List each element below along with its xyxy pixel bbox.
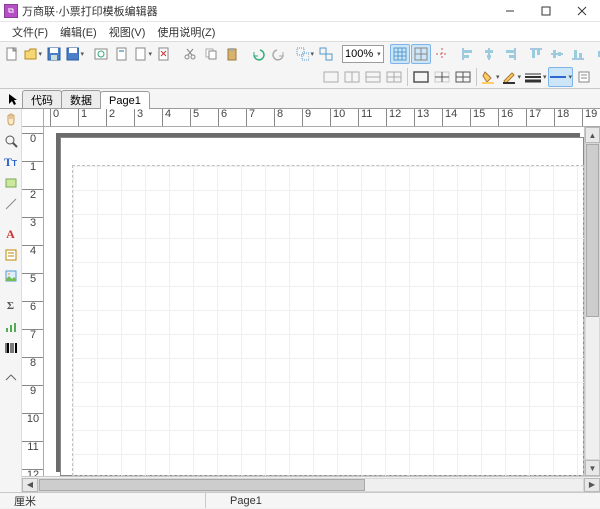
frame-cols-icon[interactable] [342, 67, 362, 87]
scroll-thumb-v[interactable] [586, 144, 599, 317]
preview-button[interactable] [91, 44, 111, 64]
ungroup-button[interactable] [316, 44, 336, 64]
page-setup-button[interactable] [112, 44, 132, 64]
canvas[interactable] [44, 127, 584, 476]
text-tool[interactable]: TT [2, 153, 20, 171]
window-title: 万商联·小票打印模板编辑器 [22, 3, 492, 19]
pointer-tool[interactable] [4, 90, 22, 108]
ruler-horizontal[interactable]: 012345678910111213141516171819 [44, 109, 600, 127]
save-button[interactable] [44, 44, 64, 64]
barcode-tool[interactable] [2, 339, 20, 357]
align-left-button[interactable] [458, 44, 478, 64]
page-dropdown[interactable]: ▾ [133, 44, 153, 64]
zoom-combo[interactable]: 100%▾ [342, 45, 384, 63]
line-color-button[interactable]: ▾ [501, 67, 522, 87]
scrollbar-vertical[interactable]: ▲ ▼ [584, 127, 600, 476]
group-button[interactable]: ▾ [295, 44, 315, 64]
cut-button[interactable] [180, 44, 200, 64]
left-toolbox: TT A Σ [0, 109, 22, 492]
toolbar-row-2: ▾ ▾ ▾ ▾ [0, 66, 600, 88]
zoom-tool[interactable] [2, 132, 20, 150]
titlebar: ⧉ 万商联·小票打印模板编辑器 [0, 0, 600, 22]
new-button[interactable] [2, 44, 22, 64]
align-center-button[interactable] [479, 44, 499, 64]
tab-data[interactable]: 数据 [61, 90, 101, 108]
frame-rows-icon[interactable] [363, 67, 383, 87]
menubar: 文件(F) 编辑(E) 视图(V) 使用说明(Z) [0, 22, 600, 42]
tab-code[interactable]: 代码 [22, 90, 62, 108]
line-style-button[interactable]: ▾ [523, 67, 548, 87]
delete-page-button[interactable] [154, 44, 174, 64]
frame-all-icon[interactable] [453, 67, 473, 87]
frame-none-icon[interactable] [321, 67, 341, 87]
app-icon: ⧉ [4, 4, 18, 18]
chart-tool[interactable] [2, 318, 20, 336]
distribute-h-button[interactable] [594, 44, 600, 64]
scroll-up-button[interactable]: ▲ [585, 127, 600, 143]
memo-tool[interactable] [2, 246, 20, 264]
close-button[interactable] [564, 0, 600, 22]
snap-toggle[interactable] [411, 44, 431, 64]
save-as-button[interactable]: ▾ [65, 44, 85, 64]
align-middle-button[interactable] [547, 44, 567, 64]
line-tool[interactable] [2, 195, 20, 213]
maximize-button[interactable] [528, 0, 564, 22]
grid-toggle[interactable] [390, 44, 410, 64]
minimize-button[interactable] [492, 0, 528, 22]
menu-help[interactable]: 使用说明(Z) [151, 23, 221, 41]
ruler-vertical[interactable]: 0123456789101112 [22, 127, 44, 476]
expand-tool[interactable] [2, 369, 20, 387]
canvas-area: 012345678910111213141516171819 012345678… [22, 109, 600, 492]
paste-button[interactable] [222, 44, 242, 64]
settings-button[interactable] [574, 67, 594, 87]
scroll-down-button[interactable]: ▼ [585, 460, 600, 476]
copy-button[interactable] [201, 44, 221, 64]
toolbar-row-1: ▾ ▾ ▾ ▾ 100%▾ [0, 42, 600, 66]
frame-outer-icon[interactable] [411, 67, 431, 87]
hand-tool[interactable] [2, 111, 20, 129]
statusbar: 厘米 Page1 [0, 492, 600, 508]
open-button[interactable]: ▾ [23, 44, 43, 64]
menu-view[interactable]: 视图(V) [103, 23, 152, 41]
document-tabs: 代码 数据 Page1 [0, 89, 600, 109]
workarea: TT A Σ 012345678910111213141516171819 01… [0, 109, 600, 492]
toolbars: ▾ ▾ ▾ ▾ 100%▾ [0, 42, 600, 89]
line-weight-button[interactable]: ▾ [548, 67, 573, 87]
menu-file[interactable]: 文件(F) [6, 23, 54, 41]
scroll-thumb-h[interactable] [39, 479, 365, 491]
status-page: Page1 [222, 493, 270, 508]
undo-button[interactable] [248, 44, 268, 64]
scroll-left-button[interactable]: ◀ [22, 478, 38, 492]
align-bottom-button[interactable] [568, 44, 588, 64]
sum-tool[interactable]: Σ [2, 297, 20, 315]
status-unit: 厘米 [6, 493, 206, 508]
align-top-button[interactable] [526, 44, 546, 64]
tab-page1[interactable]: Page1 [100, 91, 150, 109]
fill-color-button[interactable]: ▾ [480, 67, 501, 87]
rect-tool[interactable] [2, 174, 20, 192]
menu-edit[interactable]: 编辑(E) [54, 23, 103, 41]
ruler-corner [22, 109, 44, 127]
align-right-button[interactable] [500, 44, 520, 64]
scroll-right-button[interactable]: ▶ [584, 478, 600, 492]
page-grid [72, 165, 584, 476]
frame-grid-icon[interactable] [384, 67, 404, 87]
scrollbar-horizontal[interactable]: ◀ ▶ [22, 476, 600, 492]
image-tool[interactable] [2, 267, 20, 285]
frame-inner-icon[interactable] [432, 67, 452, 87]
redo-button[interactable] [269, 44, 289, 64]
label-tool[interactable]: A [2, 225, 20, 243]
guides-toggle[interactable] [432, 44, 452, 64]
